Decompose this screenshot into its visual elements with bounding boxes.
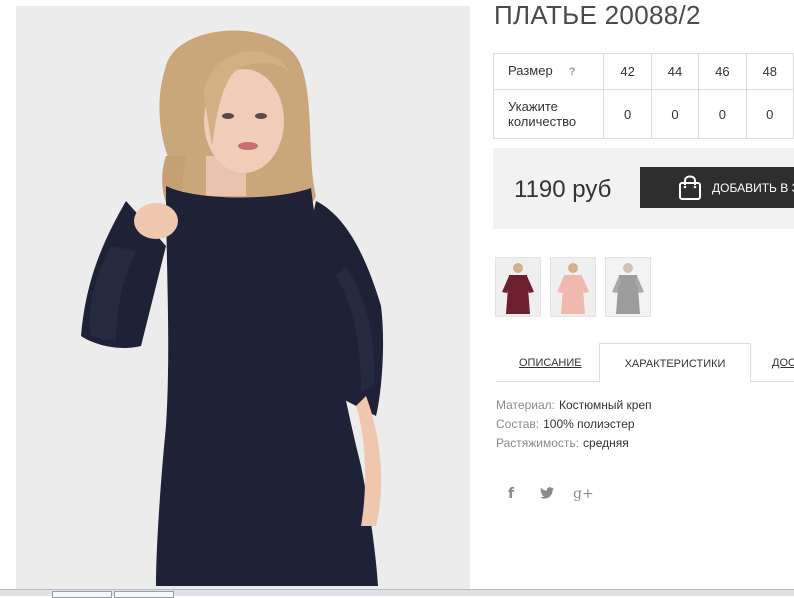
spec-value: Костюмный креп	[558, 398, 652, 412]
gray-dress-thumb	[606, 258, 650, 316]
spec-composition: Состав: 100% полиэстер	[496, 417, 652, 436]
twitter-bird-glyph	[540, 487, 554, 499]
shopping-bag-icon	[679, 175, 701, 200]
spec-material: Материал: Костюмный креп	[496, 398, 652, 417]
spec-key: Состав:	[496, 417, 540, 431]
size-48: 48	[745, 53, 794, 90]
spec-value: 100% полиэстер	[543, 417, 635, 431]
size-42: 42	[603, 53, 652, 90]
price-box: 1190 руб ДОБАВИТЬ В ЗАКАЗ	[493, 148, 794, 229]
tab-description[interactable]: ОПИСАНИЕ	[519, 343, 582, 381]
spec-key: Материал:	[496, 398, 555, 412]
size-label: Размер	[508, 63, 553, 78]
pink-dress-thumb	[551, 258, 595, 316]
spec-stretch: Растяжимость: средняя	[496, 436, 652, 455]
googleplus-icon[interactable]: g+	[573, 486, 594, 502]
quantity-input-44[interactable]: 0	[650, 89, 700, 139]
size-44: 44	[650, 53, 700, 90]
add-to-cart-label: ДОБАВИТЬ В ЗАКАЗ	[712, 181, 794, 195]
spec-key: Растяжимость:	[496, 436, 580, 450]
size-table: Размер? 42 44 46 48 Укажите количество 0…	[492, 53, 794, 139]
characteristics-list: Материал: Костюмный креп Состав: 100% поли…	[496, 398, 652, 455]
product-photo[interactable]	[16, 6, 470, 590]
size-label-cell: Размер?	[492, 53, 605, 90]
quantity-input-42[interactable]: 0	[603, 89, 652, 139]
twitter-icon[interactable]	[540, 487, 554, 503]
thumbnail-burgundy[interactable]	[495, 257, 541, 317]
tab-delivery[interactable]: ДОСТАВКА	[772, 343, 794, 381]
help-icon[interactable]: ?	[569, 66, 576, 78]
thumbnail-gray[interactable]	[605, 257, 651, 317]
add-to-cart-button[interactable]: ДОБАВИТЬ В ЗАКАЗ	[640, 167, 794, 208]
quantity-input-48[interactable]: 0	[745, 89, 794, 139]
quantity-label: Укажите количество	[492, 89, 605, 139]
product-tabs: ОПИСАНИЕ ХАРАКТЕРИСТИКИ ДОСТАВКА	[496, 343, 794, 383]
size-46: 46	[698, 53, 747, 90]
burgundy-dress-thumb	[496, 258, 540, 316]
quantity-input-46[interactable]: 0	[698, 89, 747, 139]
spec-value: средняя	[583, 436, 629, 450]
price: 1190 руб	[514, 176, 612, 203]
tab-characteristics[interactable]: ХАРАКТЕРИСТИКИ	[599, 343, 751, 383]
dress-illustration	[16, 6, 470, 590]
facebook-icon[interactable]: f	[508, 486, 514, 502]
product-title: ПЛАТЬЕ 20088/2	[494, 0, 701, 30]
thumbnail-pink[interactable]	[550, 257, 596, 317]
